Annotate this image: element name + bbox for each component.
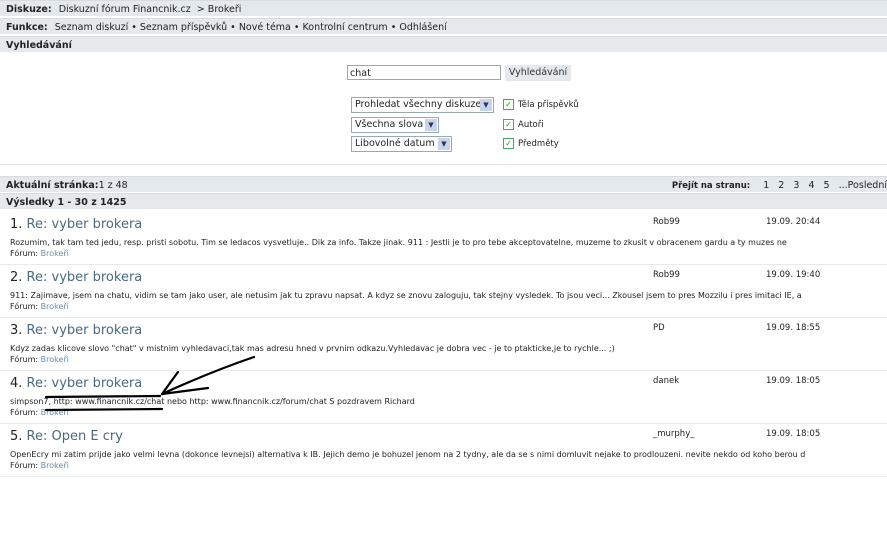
underline-title [44,394,162,399]
underline-url [44,407,164,412]
hand-drawn-arrow-annotation [44,355,256,412]
